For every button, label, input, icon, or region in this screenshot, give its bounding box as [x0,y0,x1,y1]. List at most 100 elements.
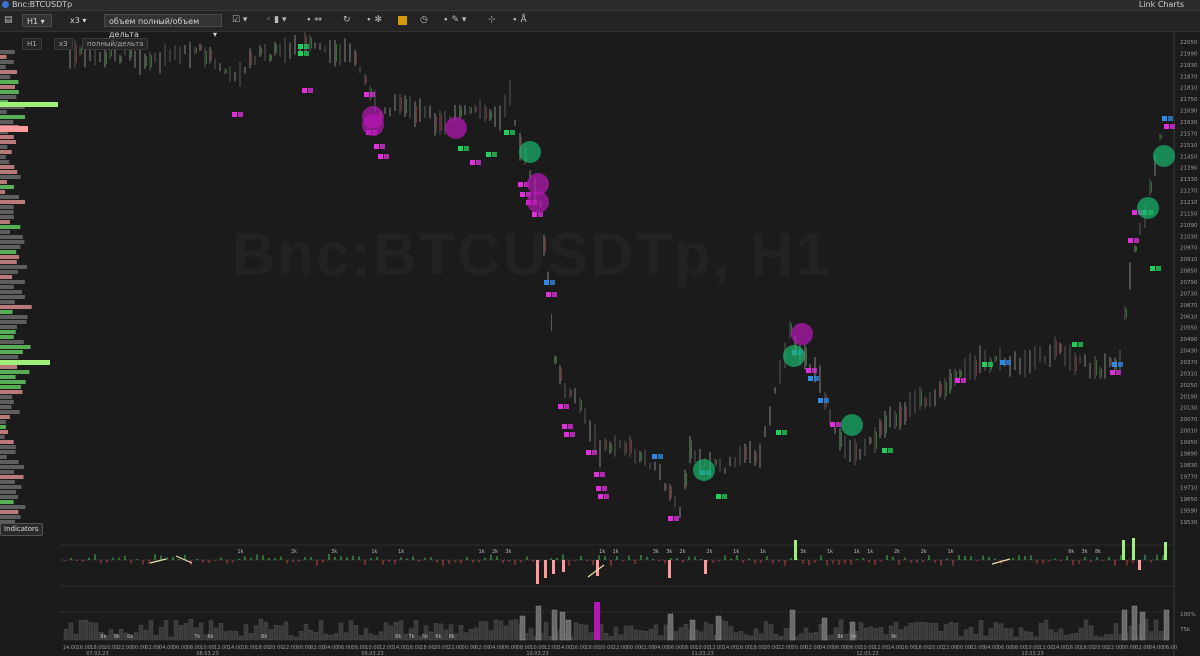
dots-icon[interactable]: ∙ ⇔ [306,14,322,27]
delta-bar [64,560,66,562]
price-tick-label: 21090 [1180,223,1198,229]
volume-bar [1033,636,1039,641]
delta-bar [754,560,756,564]
delta-bar [832,560,834,564]
delta-bar [166,557,168,560]
volume-profile-bar [0,495,18,499]
time-tick-label: 02:00 [475,645,489,651]
volume-bar [63,629,69,641]
imbalance-block [384,154,389,159]
color-swatch-icon[interactable] [398,16,407,25]
delta-bar [718,560,720,562]
imbalance-block [1132,210,1137,215]
delta-bar [844,560,846,564]
imbalance-block [1116,370,1121,375]
volume-profile-bar [0,275,13,279]
volume-bar [983,635,989,641]
imbalance-block [722,494,727,499]
delta-bar [904,557,906,560]
delta-bar [1018,555,1020,560]
cursor-icon[interactable]: ⊹ [488,14,496,27]
time-tick-label: 04:00 [1149,645,1163,651]
chart-canvas[interactable]: 22050 21990 21930 21870 21810 21750 21690 21630… [0,32,1200,656]
imbalance-block [470,160,475,165]
delta-bar [412,556,414,560]
delta-bar [802,560,804,564]
volume-bar [358,635,364,641]
chart-area[interactable]: Bnc:BTCUSDTp, H1 22050 21990 21930 21870 218… [0,32,1200,656]
bug-icon[interactable]: ∙ ✻ [366,14,382,27]
delta-bar [310,557,312,560]
volume-bar [613,626,619,641]
volume-bar [228,630,234,641]
delta-bar [574,560,576,562]
multiplier-select[interactable]: x3 ▾ [70,14,86,27]
delta-bar [724,555,726,560]
volume-profile-bar [0,425,6,429]
checkbox-icon[interactable]: ☑ ▾ [232,14,247,27]
delta-bar [334,557,336,560]
text-tool-icon[interactable]: ∙ Å [512,14,527,27]
volume-profile-bar [0,160,10,164]
indicators-button[interactable]: Indicators [0,523,43,536]
time-tick-label: 18:00 [750,645,764,651]
time-tick-label: 02:00 [310,645,324,651]
time-tick-label: 02:00 [805,645,819,651]
imbalance-block [238,112,243,117]
candle-type-icon[interactable]: ◦ ▮ ▾ [266,14,287,27]
delta-bar [340,555,342,560]
delta-bar [172,556,174,560]
volume-bar [283,621,289,641]
volume-bar [988,627,994,641]
volume-bar [158,627,164,641]
clock-icon[interactable]: ◷ [420,14,428,27]
delta-bar [694,556,696,560]
buy-bubble [841,414,863,436]
volume-profile-bar [0,300,15,304]
volume-profile-bar [0,305,32,309]
buy-bubble [519,141,541,163]
volume-bar [828,634,834,641]
volume-value-label: 8k [261,634,267,640]
price-tick-label: 19770 [1180,474,1198,480]
price-tick-label: 20850 [1180,269,1198,275]
imbalance-block [302,88,307,93]
volume-bar [318,619,324,641]
volume-profile-bar [0,385,21,389]
delta-value-label: 2k [894,549,900,555]
price-tick-label: 21390 [1180,166,1198,172]
delta-bar-large [794,540,797,560]
refresh-icon[interactable]: ↻ [343,14,351,27]
time-tick-label: 00:00 [1122,645,1136,651]
delta-value-label: 2k [492,549,498,555]
delta-bar [1060,560,1062,562]
delta-bar [400,557,402,560]
time-tick-label: 04:00 [324,645,338,651]
volume-bar [748,635,754,641]
delta-bar [778,560,780,562]
time-tick-label: 02:00 [1135,645,1149,651]
time-tick-label: 04:00 [489,645,503,651]
delta-value-label: 3k [800,549,806,555]
volume-bar [188,619,194,641]
pencil-icon[interactable]: ∙ ✎ ▾ [443,14,466,27]
imbalance-block [304,51,309,56]
sell-bubble [362,114,384,136]
imbalance-block [1128,238,1133,243]
price-tick-label: 20730 [1180,291,1198,297]
mode-select[interactable]: объем полный/объем дельта ▾ [104,14,222,39]
volume-profile-bar [0,95,17,99]
delta-bar [238,558,240,560]
delta-bar [460,560,462,564]
volume-profile-bar [0,410,20,414]
delta-bar [508,560,510,562]
time-tick-label: 14:00 [723,645,737,651]
volume-profile-bar [0,390,23,394]
imbalance-block [364,92,369,97]
volume-profile-bar [0,115,26,119]
imbalance-block [824,398,829,403]
volume-bar-large [715,615,722,641]
time-tick-label: 20:00 [929,645,943,651]
chart-list-icon[interactable]: ▤ [4,14,13,27]
timeframe-select[interactable]: H1 ▾ [22,14,52,27]
